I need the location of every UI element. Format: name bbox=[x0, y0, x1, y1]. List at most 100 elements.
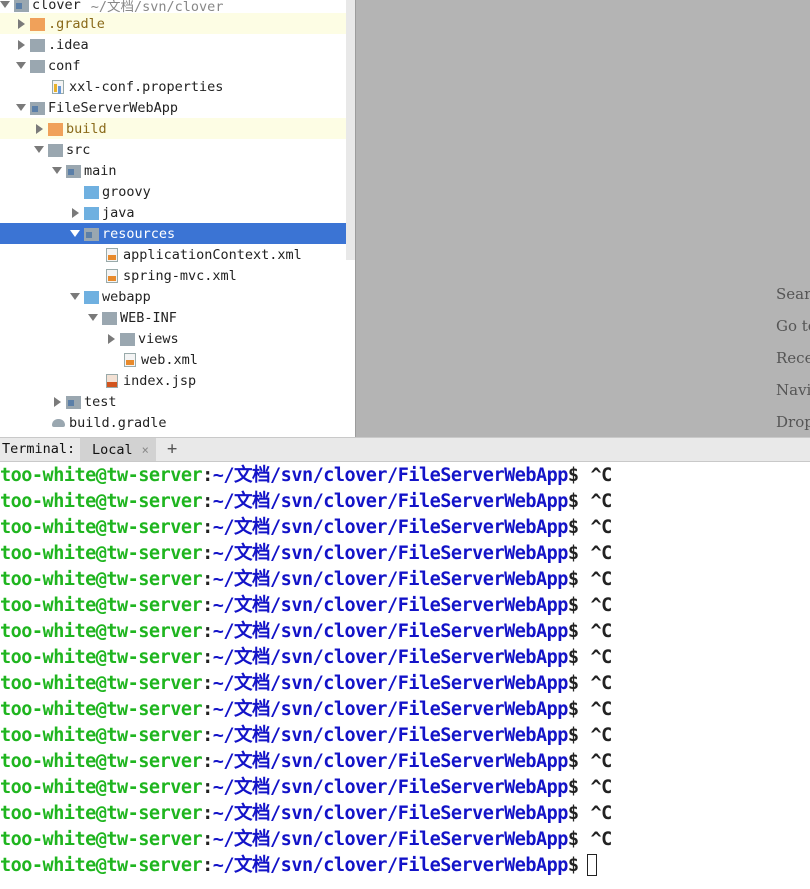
tree-row-idea[interactable]: .idea bbox=[0, 34, 355, 55]
tree-row-index-jsp[interactable]: index.jsp bbox=[0, 370, 355, 391]
xml-file-icon bbox=[106, 268, 118, 283]
collapse-arrow-icon[interactable] bbox=[0, 0, 10, 11]
prompt-user: too-white@tw-server bbox=[0, 751, 203, 772]
prompt-path: ~/文档/svn/clover/FileServerWebApp bbox=[212, 777, 569, 798]
terminal-command: ^C bbox=[590, 725, 613, 746]
terminal-line: too-white@tw-server:~/文档/svn/clover/File… bbox=[0, 723, 612, 749]
collapse-arrow-icon[interactable] bbox=[16, 60, 26, 72]
prompt-separator: : bbox=[202, 569, 213, 590]
editor-empty-area[interactable]: Searc Go to Recen Navig Drop bbox=[355, 0, 810, 437]
terminal-line: too-white@tw-server:~/文档/svn/clover/File… bbox=[0, 463, 612, 489]
prompt-path: ~/文档/svn/clover/FileServerWebApp bbox=[212, 725, 569, 746]
prompt-path: ~/文档/svn/clover/FileServerWebApp bbox=[212, 621, 569, 642]
tree-row-views[interactable]: views bbox=[0, 328, 355, 349]
gradle-file-icon bbox=[52, 416, 65, 430]
prompt-separator: : bbox=[202, 543, 213, 564]
expand-arrow-icon[interactable] bbox=[70, 207, 80, 219]
tree-row-java[interactable]: java bbox=[0, 202, 355, 223]
expand-arrow-icon[interactable] bbox=[52, 396, 62, 408]
tree-row-conf[interactable]: conf bbox=[0, 55, 355, 76]
module-folder-icon bbox=[30, 102, 45, 115]
hint-drop: Drop bbox=[776, 413, 810, 431]
hint-search: Searc bbox=[776, 285, 810, 303]
module-folder-icon bbox=[66, 165, 81, 178]
prompt-user: too-white@tw-server bbox=[0, 647, 203, 668]
collapse-arrow-icon[interactable] bbox=[52, 165, 62, 177]
prompt-path: ~/文档/svn/clover/FileServerWebApp bbox=[212, 569, 569, 590]
terminal-command: ^C bbox=[590, 595, 613, 616]
terminal-line: too-white@tw-server:~/文档/svn/clover/File… bbox=[0, 645, 612, 671]
prompt-user: too-white@tw-server bbox=[0, 517, 203, 538]
folder-icon bbox=[30, 39, 45, 52]
terminal-command: ^C bbox=[590, 751, 613, 772]
prompt-separator: : bbox=[202, 465, 213, 486]
resources-folder-icon bbox=[84, 228, 99, 241]
prompt-path: ~/文档/svn/clover/FileServerWebApp bbox=[212, 595, 569, 616]
tree-row-label: views bbox=[138, 330, 179, 347]
folder-icon bbox=[120, 333, 135, 346]
project-tree: clover ~/文档/svn/clover .gradle .idea con… bbox=[0, 0, 355, 437]
prompt-dollar: $ bbox=[567, 855, 579, 876]
collapse-arrow-icon[interactable] bbox=[88, 312, 98, 324]
terminal-cursor[interactable] bbox=[586, 854, 597, 876]
add-terminal-button[interactable]: + bbox=[167, 439, 177, 459]
expand-arrow-icon[interactable] bbox=[16, 18, 26, 30]
terminal-command: ^C bbox=[590, 829, 613, 850]
tree-row-build-gradle[interactable]: build.gradle bbox=[0, 412, 355, 433]
excluded-folder-icon bbox=[48, 123, 63, 136]
prompt-separator: : bbox=[202, 491, 213, 512]
tree-row-groovy[interactable]: groovy bbox=[0, 181, 355, 202]
tree-row-spring-mvc[interactable]: spring-mvc.xml bbox=[0, 265, 355, 286]
collapse-arrow-icon[interactable] bbox=[16, 102, 26, 114]
jsp-file-icon bbox=[106, 373, 118, 388]
tree-row-build[interactable]: build bbox=[0, 118, 355, 139]
prompt-user: too-white@tw-server bbox=[0, 543, 203, 564]
collapse-arrow-icon[interactable] bbox=[34, 144, 44, 156]
prompt-path: ~/文档/svn/clover/FileServerWebApp bbox=[212, 751, 569, 772]
close-icon[interactable]: × bbox=[142, 443, 149, 457]
tree-row-webapp[interactable]: webapp bbox=[0, 286, 355, 307]
tree-row-label: spring-mvc.xml bbox=[123, 267, 237, 284]
prompt-dollar: $ bbox=[567, 647, 579, 668]
tree-row-fileserverwebapp[interactable]: FileServerWebApp bbox=[0, 97, 355, 118]
collapse-arrow-icon[interactable] bbox=[70, 228, 80, 240]
folder-icon bbox=[48, 144, 63, 157]
prompt-path: ~/文档/svn/clover/FileServerWebApp bbox=[212, 465, 569, 486]
expand-arrow-icon[interactable] bbox=[106, 333, 116, 345]
prompt-separator: : bbox=[202, 751, 213, 772]
tree-row-main[interactable]: main bbox=[0, 160, 355, 181]
prompt-dollar: $ bbox=[567, 595, 579, 616]
tree-row-web-inf[interactable]: WEB-INF bbox=[0, 307, 355, 328]
prompt-path: ~/文档/svn/clover/FileServerWebApp bbox=[212, 829, 569, 850]
terminal-output[interactable]: too-white@tw-server:~/文档/svn/clover/File… bbox=[0, 462, 810, 889]
prompt-dollar: $ bbox=[567, 543, 579, 564]
prompt-user: too-white@tw-server bbox=[0, 803, 203, 824]
module-folder-icon bbox=[14, 0, 29, 12]
terminal-prompt-line: too-white@tw-server:~/文档/svn/clover/File… bbox=[0, 853, 597, 879]
tree-row-test[interactable]: test bbox=[0, 391, 355, 412]
collapse-arrow-icon[interactable] bbox=[70, 291, 80, 303]
terminal-command: ^C bbox=[590, 673, 613, 694]
tree-row-gradle[interactable]: .gradle bbox=[0, 13, 355, 34]
terminal-command: ^C bbox=[590, 491, 613, 512]
tree-row-src[interactable]: src bbox=[0, 139, 355, 160]
tree-row-applicationcontext[interactable]: applicationContext.xml bbox=[0, 244, 355, 265]
hint-goto: Go to bbox=[776, 317, 810, 335]
terminal-command: ^C bbox=[590, 777, 613, 798]
tree-row-web-xml[interactable]: web.xml bbox=[0, 349, 355, 370]
terminal-line: too-white@tw-server:~/文档/svn/clover/File… bbox=[0, 619, 612, 645]
prompt-user: too-white@tw-server bbox=[0, 491, 203, 512]
folder-icon bbox=[102, 312, 117, 325]
prompt-user: too-white@tw-server bbox=[0, 829, 203, 850]
tab-local[interactable]: Local × bbox=[80, 438, 156, 461]
hint-recent: Recen bbox=[776, 349, 810, 367]
expand-arrow-icon[interactable] bbox=[16, 39, 26, 51]
terminal-command: ^C bbox=[590, 543, 613, 564]
tree-row-resources[interactable]: resources bbox=[0, 223, 355, 244]
expand-arrow-icon[interactable] bbox=[34, 123, 44, 135]
tree-scrollbar[interactable] bbox=[346, 0, 355, 260]
tree-row-xxl-conf[interactable]: xxl-conf.properties bbox=[0, 76, 355, 97]
prompt-user: too-white@tw-server bbox=[0, 777, 203, 798]
tree-row-label: .idea bbox=[48, 36, 89, 53]
tree-row-label: build.gradle bbox=[69, 414, 167, 431]
